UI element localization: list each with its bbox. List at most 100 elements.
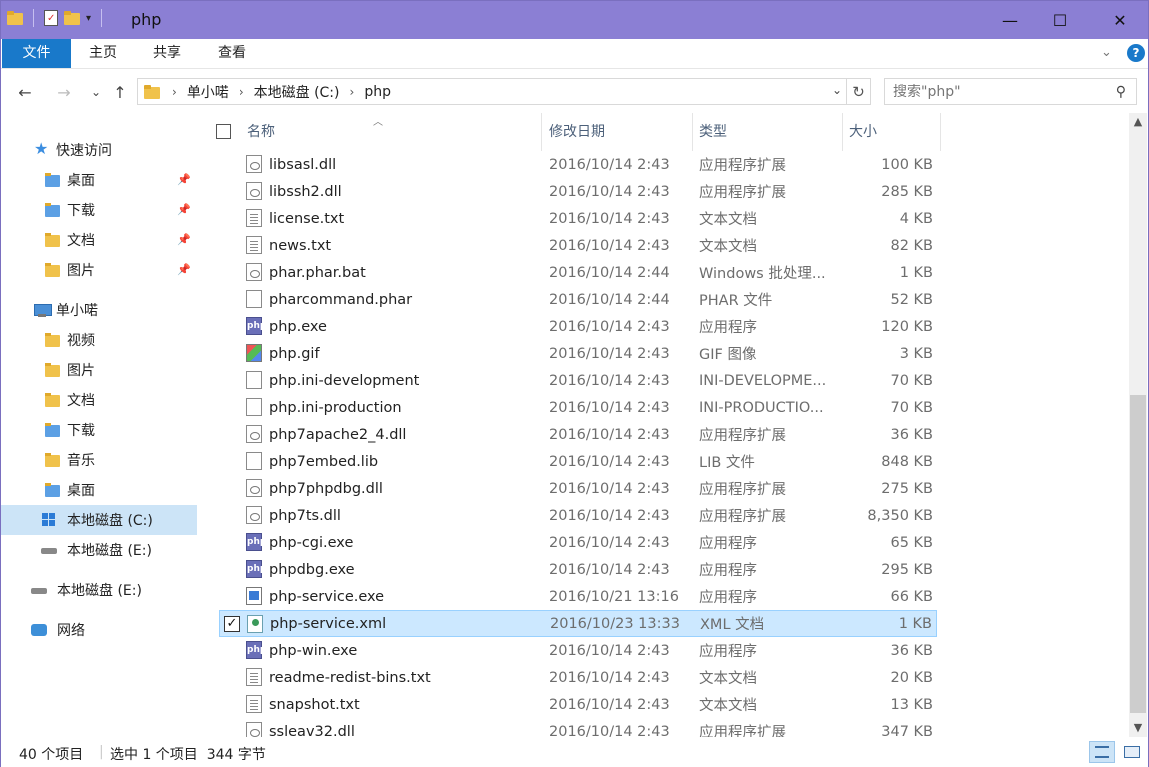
- file-name: php.ini-development: [269, 372, 420, 389]
- forward-button[interactable]: →: [53, 81, 75, 103]
- scroll-up-icon[interactable]: ▲: [1129, 113, 1147, 131]
- tab-file[interactable]: 文件: [2, 39, 71, 68]
- file-name: php.gif: [269, 345, 320, 362]
- sidebar-item-drive-c[interactable]: 本地磁盘 (C:): [1, 505, 197, 535]
- file-row[interactable]: php.ini-development 2016/10/14 2:43 INI-DE…: [219, 367, 937, 394]
- breadcrumb-user[interactable]: 单小喏: [181, 82, 235, 102]
- maximize-button[interactable]: ☐: [1037, 1, 1083, 39]
- file-list: 名称 ︿ 修改日期 类型 大小 libsasl.dll 2016/10/14 2:…: [201, 113, 1127, 737]
- file-row[interactable]: php.gif 2016/10/14 2:43 GIF 图像 3 KB: [219, 340, 937, 367]
- details-view-button[interactable]: [1089, 741, 1115, 763]
- refresh-icon[interactable]: ↻: [846, 79, 870, 104]
- item-count: 40 个项目: [19, 747, 84, 763]
- file-row[interactable]: php7ts.dll 2016/10/14 2:43 应用程序扩展 8,350 KB: [219, 502, 937, 529]
- pin-icon[interactable]: 📌: [177, 173, 191, 186]
- vertical-scrollbar[interactable]: ▲ ▼: [1129, 113, 1147, 737]
- expand-ribbon-icon[interactable]: ⌄: [1101, 45, 1112, 60]
- file-row[interactable]: license.txt 2016/10/14 2:43 文本文档 4 KB: [219, 205, 937, 232]
- scrollbar-thumb[interactable]: [1130, 395, 1146, 713]
- file-row[interactable]: pharcommand.phar 2016/10/14 2:44 PHAR 文件 52…: [219, 286, 937, 313]
- file-row[interactable]: php7apache2_4.dll 2016/10/14 2:43 应用程序扩展 36…: [219, 421, 937, 448]
- blank-file-icon: [246, 371, 262, 389]
- sidebar-item-downloads[interactable]: 下载 📌: [1, 195, 197, 225]
- file-row[interactable]: php phpdbg.exe 2016/10/14 2:43 应用程序 295 KB: [219, 556, 937, 583]
- minimize-button[interactable]: —: [987, 1, 1033, 39]
- recent-locations-button[interactable]: ⌄: [85, 81, 107, 103]
- sidebar-item-quick-access[interactable]: 快速访问: [1, 135, 197, 165]
- file-row[interactable]: php php-win.exe 2016/10/14 2:43 应用程序 36 KB: [219, 637, 937, 664]
- large-icons-view-button[interactable]: [1119, 741, 1145, 763]
- sidebar-item-videos[interactable]: 视频: [1, 325, 197, 355]
- tab-view[interactable]: 查看: [200, 39, 264, 68]
- file-row[interactable]: php7phpdbg.dll 2016/10/14 2:43 应用程序扩展 275 K…: [219, 475, 937, 502]
- chevron-right-icon[interactable]: ›: [168, 85, 181, 99]
- chevron-right-icon[interactable]: ›: [235, 85, 248, 99]
- chevron-right-icon[interactable]: ›: [346, 85, 359, 99]
- sidebar-item-music[interactable]: 音乐: [1, 445, 197, 475]
- sidebar-item-this-pc[interactable]: 单小喏: [1, 295, 197, 325]
- address-bar[interactable]: › 单小喏 › 本地磁盘 (C:) › php ⌄ ↻: [137, 78, 871, 105]
- sidebar-item-pictures-pc[interactable]: 图片: [1, 355, 197, 385]
- folder-icon: [45, 172, 61, 188]
- file-type: 应用程序扩展: [699, 158, 786, 174]
- sidebar-item-desktop[interactable]: 桌面 📌: [1, 165, 197, 195]
- exe-file-icon: [246, 587, 262, 605]
- file-type: 应用程序扩展: [699, 428, 786, 444]
- help-icon[interactable]: ?: [1127, 44, 1145, 62]
- sidebar-item-documents-pc[interactable]: 文档: [1, 385, 197, 415]
- file-row[interactable]: php-service.exe 2016/10/21 13:16 应用程序 66 KB: [219, 583, 937, 610]
- column-size[interactable]: 大小: [843, 113, 941, 151]
- sidebar-item-pictures[interactable]: 图片 📌: [1, 255, 197, 285]
- breadcrumb-php[interactable]: php: [358, 84, 397, 100]
- file-row[interactable]: php php-cgi.exe 2016/10/14 2:43 应用程序 65 KB: [219, 529, 937, 556]
- breadcrumb-drive-c[interactable]: 本地磁盘 (C:): [248, 82, 346, 102]
- chevron-down-icon[interactable]: ⌄: [832, 83, 842, 97]
- pin-icon[interactable]: 📌: [177, 263, 191, 276]
- sidebar-item-drive-e[interactable]: 本地磁盘 (E:): [1, 535, 197, 565]
- sidebar-item-label: 桌面: [67, 483, 95, 499]
- search-box[interactable]: ⚲: [884, 78, 1137, 105]
- file-row[interactable]: php.ini-production 2016/10/14 2:43 INI-PRO…: [219, 394, 937, 421]
- file-size: 70 KB: [890, 372, 933, 389]
- tab-share[interactable]: 共享: [135, 39, 199, 68]
- file-size: 4 KB: [899, 210, 933, 227]
- file-row[interactable]: php php.exe 2016/10/14 2:43 应用程序 120 KB: [219, 313, 937, 340]
- column-date[interactable]: 修改日期: [543, 113, 693, 151]
- search-input[interactable]: [893, 83, 1103, 100]
- tab-home[interactable]: 主页: [71, 39, 135, 68]
- pin-icon[interactable]: 📌: [177, 233, 191, 246]
- search-icon[interactable]: ⚲: [1116, 84, 1126, 100]
- sidebar-item-documents[interactable]: 文档 📌: [1, 225, 197, 255]
- window-title: php: [131, 10, 162, 29]
- file-row[interactable]: libsasl.dll 2016/10/14 2:43 应用程序扩展 100 KB: [219, 151, 937, 178]
- new-folder-icon[interactable]: [64, 11, 80, 25]
- file-row[interactable]: ✓ php-service.xml 2016/10/23 13:33 XML 文档 1 …: [219, 610, 937, 637]
- pin-icon[interactable]: 📌: [177, 203, 191, 216]
- select-all-checkbox[interactable]: [216, 124, 231, 139]
- file-date: 2016/10/14 2:43: [549, 696, 670, 713]
- file-row[interactable]: snapshot.txt 2016/10/14 2:43 文本文档 13 KB: [219, 691, 937, 718]
- file-row[interactable]: php7embed.lib 2016/10/14 2:43 LIB 文件 848 KB: [219, 448, 937, 475]
- file-row[interactable]: ssleav32.dll 2016/10/14 2:43 应用程序扩展 347 KB: [219, 718, 937, 737]
- file-row[interactable]: phar.phar.bat 2016/10/14 2:44 Windows 批处理.…: [219, 259, 937, 286]
- sidebar-item-drive-e-root[interactable]: 本地磁盘 (E:): [1, 575, 197, 605]
- file-name: php7embed.lib: [269, 453, 379, 470]
- properties-icon[interactable]: ✓: [44, 10, 58, 26]
- file-row[interactable]: libssh2.dll 2016/10/14 2:43 应用程序扩展 285 KB: [219, 178, 937, 205]
- file-row[interactable]: readme-redist-bins.txt 2016/10/14 2:43 文本文…: [219, 664, 937, 691]
- row-checkbox[interactable]: ✓: [224, 616, 240, 632]
- column-name[interactable]: 名称: [241, 113, 542, 151]
- folder-icon: [45, 482, 61, 498]
- column-type[interactable]: 类型: [693, 113, 843, 151]
- sidebar-item-desktop-pc[interactable]: 桌面: [1, 475, 197, 505]
- file-name: phar.phar.bat: [269, 264, 366, 281]
- up-button[interactable]: ↑: [109, 81, 131, 103]
- back-button[interactable]: ←: [14, 81, 36, 103]
- sidebar-item-downloads-pc[interactable]: 下载: [1, 415, 197, 445]
- sidebar-item-network[interactable]: 网络: [1, 615, 197, 645]
- sidebar-item-label: 视频: [67, 333, 95, 349]
- close-button[interactable]: ✕: [1097, 1, 1143, 39]
- customize-toolbar-icon[interactable]: ▾: [86, 13, 91, 24]
- scroll-down-icon[interactable]: ▼: [1129, 719, 1147, 737]
- file-row[interactable]: news.txt 2016/10/14 2:43 文本文档 82 KB: [219, 232, 937, 259]
